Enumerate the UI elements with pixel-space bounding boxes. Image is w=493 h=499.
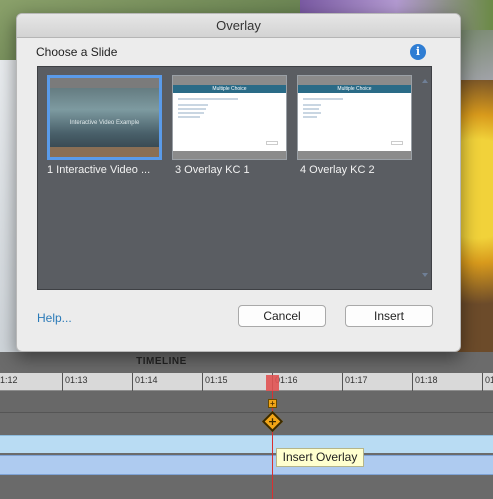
timeline-track[interactable] — [0, 476, 493, 499]
add-marker-icon[interactable]: + — [268, 399, 277, 408]
slide-label-1[interactable]: 1 Interactive Video ... — [47, 164, 150, 176]
slide-label-4[interactable]: 4 Overlay KC 2 — [300, 164, 375, 176]
choose-slide-label: Choose a Slide — [36, 45, 118, 59]
slide-picker: Interactive Video Example 1 Interactive … — [37, 66, 432, 290]
ruler-tick: 01:13 — [62, 373, 88, 391]
timeline-track[interactable] — [0, 391, 493, 413]
playhead-handle[interactable] — [266, 375, 279, 391]
ruler-tick: 01:19 — [482, 373, 493, 391]
insert-button[interactable]: Insert — [345, 305, 433, 327]
slide-label-3[interactable]: 3 Overlay KC 1 — [175, 164, 250, 176]
timeline-title: TIMELINE — [136, 356, 187, 367]
timeline-track[interactable] — [0, 413, 493, 435]
insert-overlay-tooltip: Insert Overlay — [276, 448, 364, 467]
dialog-title: Overlay — [17, 14, 460, 38]
slide-thumb-image: Interactive Video Example — [50, 78, 159, 157]
ruler-tick: 01:17 — [342, 373, 368, 391]
cancel-button[interactable]: Cancel — [238, 305, 326, 327]
slide-thumb-1[interactable]: Interactive Video Example — [47, 75, 162, 160]
slide-thumb-caption: Interactive Video Example — [69, 120, 140, 126]
timeline-ruler[interactable]: 01:12 01:13 01:14 01:15 01:16 01:17 01:1… — [0, 373, 493, 391]
slide-thumb-3[interactable]: Multiple Choice — [172, 75, 287, 160]
timeline-track[interactable] — [0, 435, 493, 453]
scroll-up-arrow-icon[interactable] — [422, 79, 428, 83]
scroll-down-arrow-icon[interactable] — [422, 273, 428, 277]
plus-icon[interactable]: + — [266, 414, 279, 429]
slide-thumb-4[interactable]: Multiple Choice — [297, 75, 412, 160]
overlay-dialog: Overlay Choose a Slide i Interactive Vid… — [16, 13, 461, 352]
slide-thumb-caption: Multiple Choice — [298, 85, 411, 93]
ruler-tick: 01:14 — [132, 373, 158, 391]
help-link[interactable]: Help... — [37, 311, 72, 325]
slide-thumb-caption: Multiple Choice — [173, 85, 286, 93]
ruler-tick: 01:15 — [202, 373, 228, 391]
ruler-tick: 01:18 — [412, 373, 438, 391]
timeline-track[interactable] — [0, 455, 493, 475]
info-icon[interactable]: i — [410, 44, 426, 60]
